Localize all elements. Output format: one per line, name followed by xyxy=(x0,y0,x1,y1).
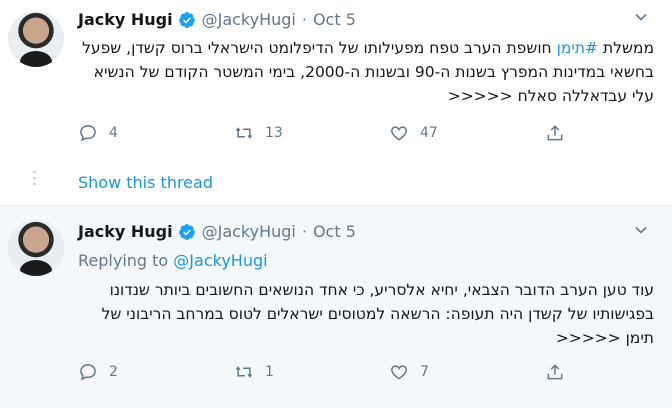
author-name[interactable]: Jacky Hugi xyxy=(78,222,173,241)
tweet-header: Jacky Hugi @JackyHugi · Oct 5 xyxy=(78,10,356,29)
tweet-header: Jacky Hugi @JackyHugi · Oct 5 xyxy=(78,222,356,241)
replying-to: Replying to @JackyHugi xyxy=(78,251,268,270)
share-icon xyxy=(547,364,563,380)
share-button[interactable] xyxy=(545,123,565,143)
tweet-date[interactable]: Oct 5 xyxy=(313,222,356,241)
retweet-count: 13 xyxy=(265,125,283,141)
reply-count: 4 xyxy=(109,125,118,141)
hashtag-link[interactable]: #תימן xyxy=(557,39,598,57)
verified-badge-icon xyxy=(178,11,195,28)
chevron-down-icon[interactable] xyxy=(634,223,648,237)
author-handle[interactable]: @JackyHugi xyxy=(202,222,296,241)
reply-button[interactable]: 4 xyxy=(78,123,234,143)
replying-to-handle[interactable]: @JackyHugi xyxy=(173,251,267,270)
reply-icon xyxy=(80,125,96,142)
reply-count: 2 xyxy=(109,364,118,380)
retweet-count: 1 xyxy=(265,364,274,380)
chevron-down-icon[interactable] xyxy=(634,10,648,24)
reply-button[interactable]: 2 xyxy=(78,362,234,382)
share-button[interactable] xyxy=(545,362,565,382)
retweet-icon xyxy=(235,366,253,378)
tweet-text: ממשלת #תימן חושפת הערב טפח מפעילותו של ה… xyxy=(78,36,654,108)
thread-connector xyxy=(33,171,36,189)
tweet-actions: 2 1 7 xyxy=(78,362,565,382)
retweet-button[interactable]: 1 xyxy=(234,362,389,382)
tweet-actions: 4 13 47 xyxy=(78,123,565,143)
replying-to-label: Replying to xyxy=(78,251,169,270)
reply-icon xyxy=(80,364,96,381)
avatar[interactable] xyxy=(8,11,64,67)
tweet-1[interactable]: Jacky Hugi @JackyHugi · Oct 5 ממשלת #תימ… xyxy=(0,0,672,205)
like-count: 7 xyxy=(420,364,429,380)
tweet-text-part: ממשלת xyxy=(598,39,654,57)
share-icon xyxy=(547,125,563,141)
like-icon xyxy=(391,126,407,141)
separator-dot: · xyxy=(301,222,307,241)
author-handle[interactable]: @JackyHugi xyxy=(202,10,296,29)
retweet-button[interactable]: 13 xyxy=(234,123,389,143)
author-name[interactable]: Jacky Hugi xyxy=(78,10,173,29)
separator-dot: · xyxy=(301,10,307,29)
like-button[interactable]: 7 xyxy=(389,362,545,382)
tweet-2[interactable]: Jacky Hugi @JackyHugi · Oct 5 Replying t… xyxy=(0,205,672,408)
tweet-date[interactable]: Oct 5 xyxy=(313,10,356,29)
tweet-text: עוד טען הערב הדובר הצבאי, יחיא אלסריע, כ… xyxy=(101,281,654,347)
like-button[interactable]: 47 xyxy=(389,123,545,143)
like-count: 47 xyxy=(420,125,438,141)
like-icon xyxy=(391,365,407,380)
show-thread-link[interactable]: Show this thread xyxy=(78,173,213,192)
verified-badge-icon xyxy=(178,223,195,240)
retweet-icon xyxy=(235,127,253,139)
avatar[interactable] xyxy=(8,220,64,276)
